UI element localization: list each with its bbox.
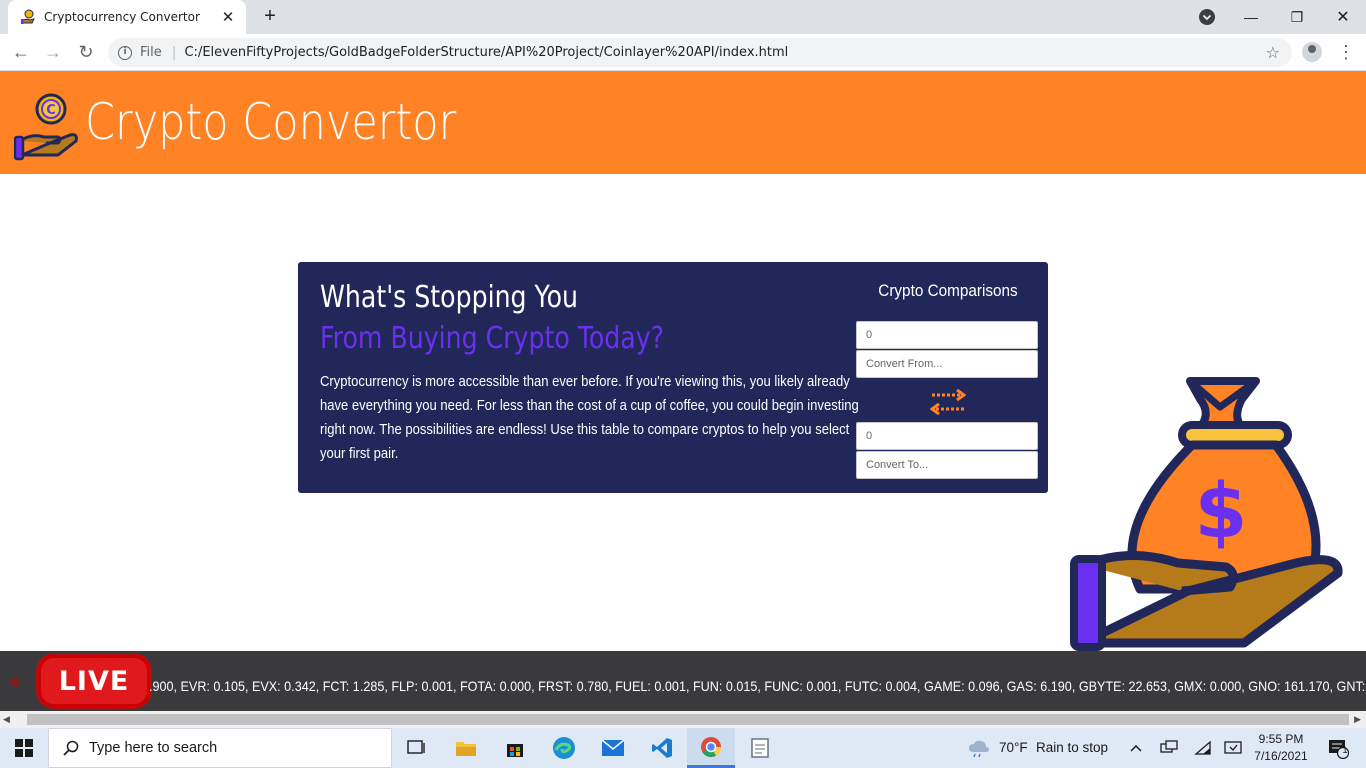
taskbar-clock[interactable]: 9:55 PM 7/16/2021 [1252, 731, 1310, 765]
display-icon[interactable] [1220, 728, 1246, 768]
star-icon[interactable]: ☆ [1266, 43, 1280, 62]
site-header: C Crypto Convertor [0, 71, 1366, 174]
network-adapter-icon[interactable] [1156, 728, 1182, 768]
forward-icon[interactable]: → [41, 40, 65, 64]
vscode-icon[interactable] [638, 728, 686, 768]
comparisons-title: Crypto Comparisons [878, 281, 1018, 300]
scroll-right-icon[interactable]: ▶ [1354, 714, 1361, 725]
back-icon[interactable]: ← [9, 40, 33, 64]
address-bar[interactable]: i File | C:/ElevenFiftyProjects/GoldBadg… [108, 38, 1292, 67]
close-window-button[interactable]: ✕ [1320, 0, 1366, 34]
file-label: File [140, 45, 162, 60]
converter-card: What's Stopping You From Buying Crypto T… [298, 262, 1048, 493]
chrome-icon[interactable] [687, 728, 735, 768]
windows-icon [15, 739, 33, 757]
clock-time: 9:55 PM [1258, 732, 1304, 746]
notification-count: 1 [1342, 745, 1348, 755]
card-body-text: Cryptocurrency is more accessible than e… [320, 374, 859, 462]
reload-icon[interactable]: ↻ [74, 40, 98, 64]
weather-temp[interactable]: 70°F [999, 740, 1028, 755]
logo-icon: C [14, 93, 78, 161]
minimize-button[interactable]: — [1228, 0, 1274, 34]
weather-icon[interactable] [962, 728, 996, 768]
browser-tab[interactable]: Cryptocurrency Convertor ✕ [8, 0, 246, 34]
task-view-icon[interactable] [392, 728, 440, 768]
info-icon[interactable]: i [118, 45, 132, 60]
tab-title: Cryptocurrency Convertor [44, 10, 200, 24]
scrollbar-thumb[interactable] [27, 714, 1349, 725]
search-icon [63, 740, 79, 756]
store-icon[interactable] [491, 728, 539, 768]
ticker-dot [10, 677, 20, 687]
new-tab-button[interactable]: + [258, 5, 282, 29]
money-bag-icon: $ [1070, 377, 1343, 651]
card-subheading: From Buying Crypto Today? [320, 321, 665, 356]
live-badge: LIVE [38, 655, 150, 707]
ticker-text: .900, EVR: 0.105, EVX: 0.342, FCT: 1.285… [149, 678, 1366, 694]
start-button[interactable] [0, 728, 48, 768]
restore-button[interactable]: ❐ [1274, 0, 1320, 34]
site-title: Crypto Convertor [85, 93, 457, 151]
browser-tab-bar: Cryptocurrency Convertor ✕ + — ❐ ✕ [0, 0, 1366, 34]
profile-indicator-icon[interactable] [1199, 9, 1215, 25]
web-page: C Crypto Convertor What's Stopping You F… [0, 71, 1366, 651]
svg-text:C: C [46, 103, 56, 118]
svg-text:$: $ [1195, 466, 1248, 555]
file-explorer-icon[interactable] [442, 728, 490, 768]
address-separator: | [171, 44, 177, 61]
profile-avatar[interactable] [1302, 42, 1322, 62]
favicon-icon [21, 9, 35, 24]
chevron-up-icon[interactable] [1124, 728, 1148, 768]
edge-icon[interactable] [540, 728, 588, 768]
horizontal-scrollbar[interactable]: ◀ ▶ [0, 711, 1366, 728]
price-ticker: LIVE .900, EVR: 0.105, EVX: 0.342, FCT: … [0, 651, 1366, 711]
notepad-icon[interactable] [736, 728, 784, 768]
browser-toolbar: ← → ↻ i File | C:/ElevenFiftyProjects/Go… [0, 34, 1366, 71]
swap-arrows-icon[interactable] [930, 387, 966, 417]
windows-taskbar: Type here to search 70°F Rain to stop 9:… [0, 728, 1366, 768]
convert-to-select[interactable]: Convert To... [856, 451, 1038, 479]
mail-icon[interactable] [589, 728, 637, 768]
menu-icon[interactable]: ⋮ [1337, 40, 1355, 64]
clock-date: 7/16/2021 [1254, 749, 1308, 763]
from-amount-input[interactable]: 0 [856, 321, 1038, 349]
wifi-icon[interactable] [1190, 728, 1216, 768]
notification-center-icon[interactable]: 1 [1318, 728, 1358, 768]
card-heading: What's Stopping You [320, 280, 578, 315]
live-label: LIVE [58, 665, 130, 697]
url-text[interactable]: C:/ElevenFiftyProjects/GoldBadgeFolderSt… [184, 45, 788, 60]
convert-from-select[interactable]: Convert From... [856, 350, 1038, 378]
chevron-down-icon [1202, 14, 1212, 21]
weather-text[interactable]: Rain to stop [1036, 740, 1108, 755]
search-placeholder: Type here to search [89, 740, 218, 756]
to-amount-input[interactable]: 0 [856, 422, 1038, 450]
close-icon[interactable]: ✕ [220, 8, 236, 26]
scroll-left-icon[interactable]: ◀ [3, 714, 10, 725]
taskbar-search[interactable]: Type here to search [48, 728, 392, 768]
